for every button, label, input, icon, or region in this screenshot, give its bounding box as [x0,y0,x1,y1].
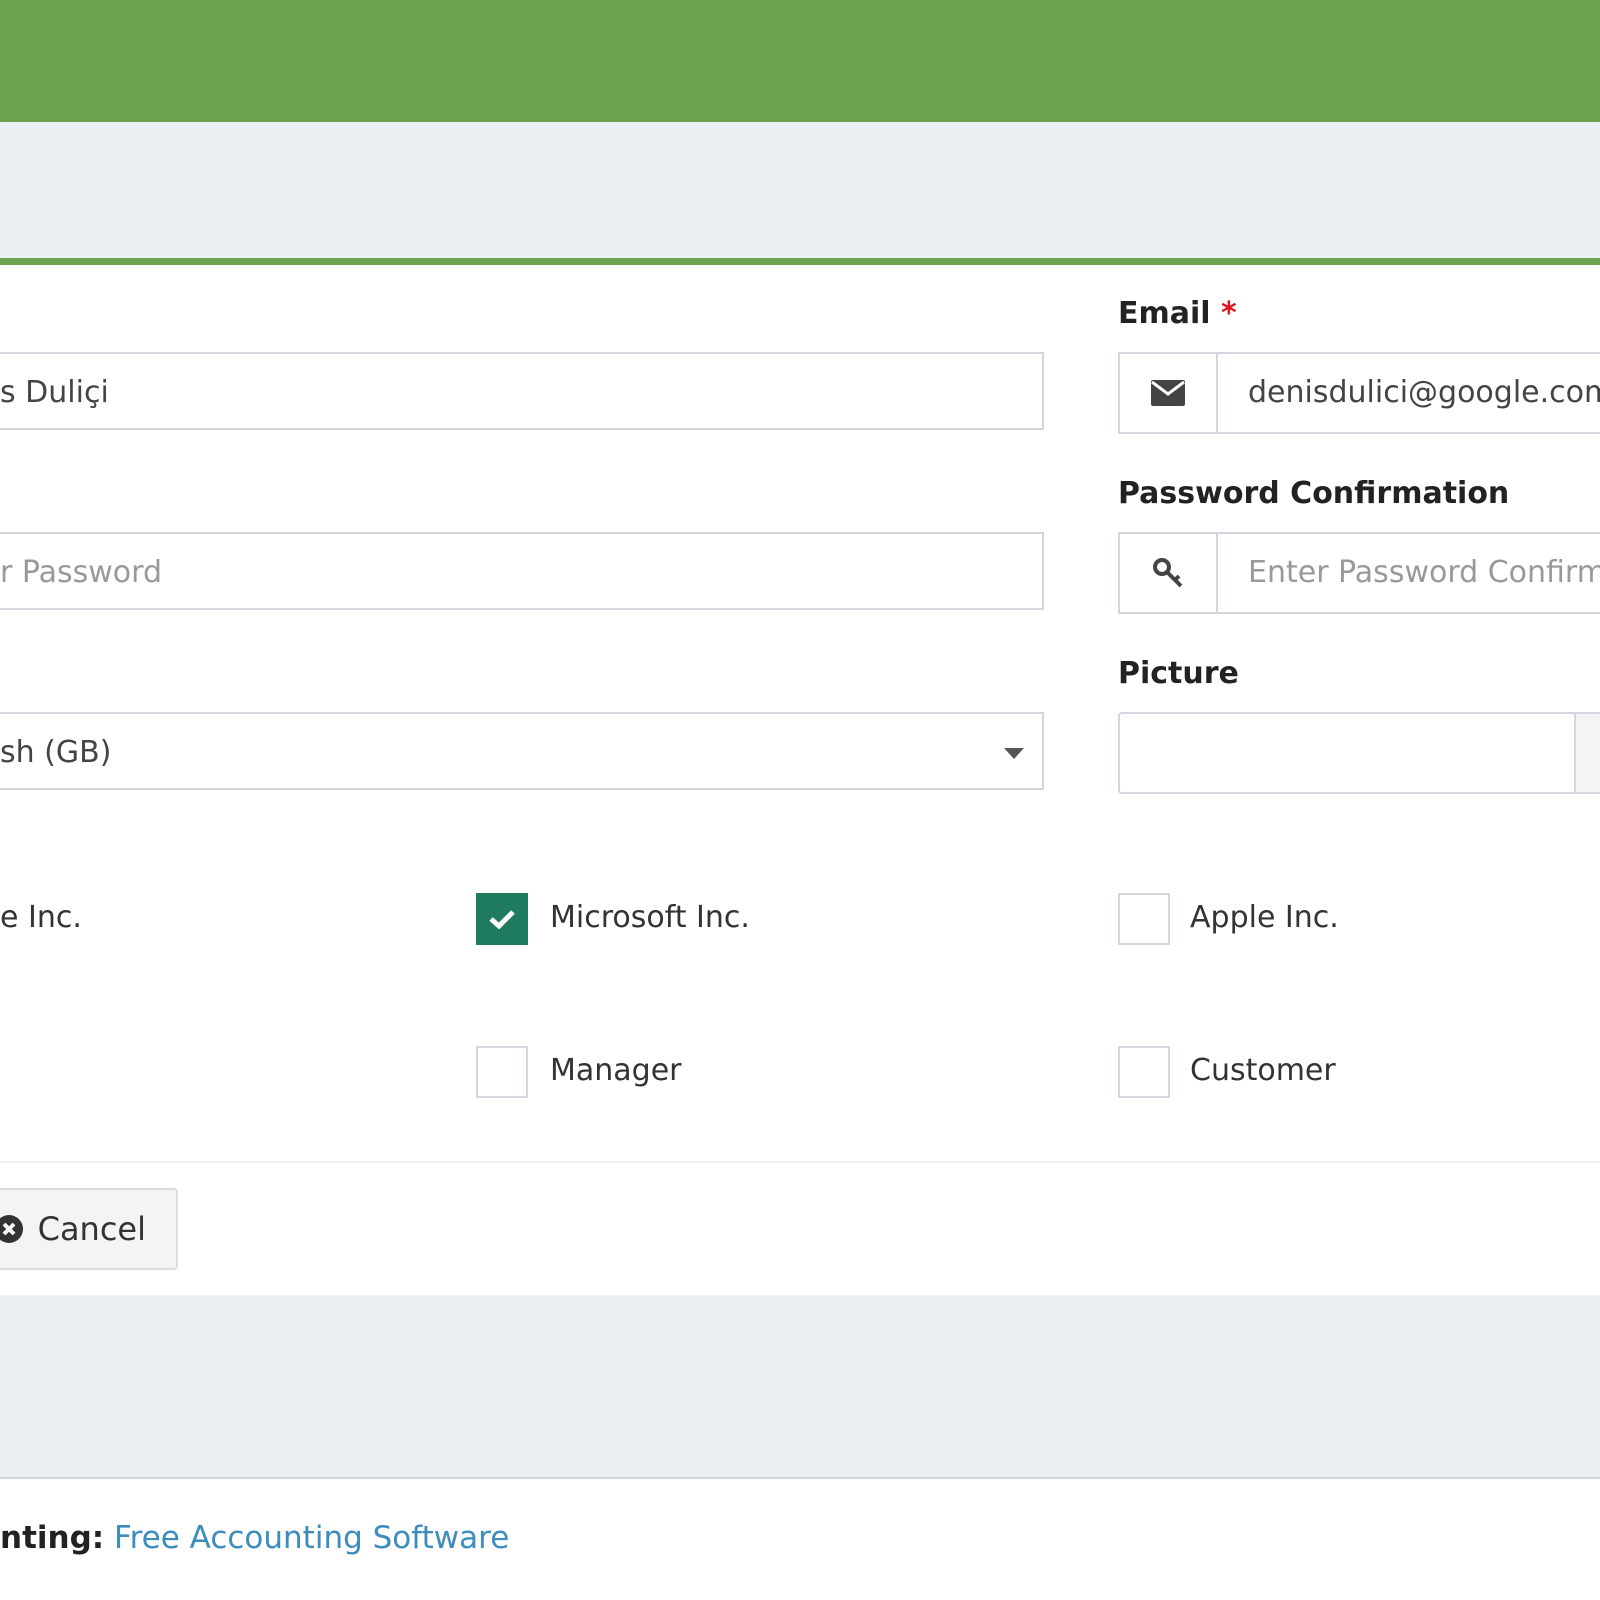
company-label-apple: Apple Inc. [1190,900,1339,935]
password-placeholder: r Password [0,555,162,590]
picture-browse-button[interactable] [1574,712,1600,794]
picture-label: Picture [1118,656,1239,691]
content-header [0,122,1600,258]
chevron-down-icon [1004,748,1024,759]
company-checkbox-apple[interactable] [1118,893,1170,945]
footer-prefix: nting: [0,1520,105,1556]
envelope-icon [1151,380,1185,406]
role-label-manager: Manager [550,1053,682,1088]
password-confirmation-label: Password Confirmation [1118,476,1510,511]
cancel-label: Cancel [37,1210,146,1248]
role-checkbox-customer[interactable] [1118,1046,1170,1098]
name-value: s Duliçi [0,375,109,410]
password-confirmation-placeholder: Enter Password Confirma [1248,555,1600,590]
content-wrapper-bottom [0,1295,1600,1477]
times-circle-icon [0,1215,23,1243]
email-value: denisdulici@google.com [1248,375,1600,410]
email-label: Email * [1118,296,1237,331]
checkmark-icon [489,910,515,930]
email-addon [1118,352,1218,434]
role-checkbox-manager[interactable] [476,1046,528,1098]
box-top-border [0,258,1600,265]
name-input[interactable]: s Duliçi [0,352,1044,430]
company-checkbox-microsoft[interactable] [476,893,528,945]
cancel-button[interactable]: Cancel [0,1188,178,1270]
password-input[interactable]: r Password [0,532,1044,610]
role-label-customer: Customer [1190,1053,1336,1088]
language-selected-value: sh (GB) [0,735,112,770]
email-input[interactable]: denisdulici@google.com [1216,352,1600,434]
box-footer-divider [0,1161,1600,1163]
top-navbar [0,0,1600,122]
key-icon [1153,558,1183,588]
required-asterisk: * [1221,296,1237,331]
password-confirmation-addon [1118,532,1218,614]
footer-link[interactable]: Free Accounting Software [114,1520,509,1556]
language-select[interactable]: sh (GB) [0,712,1044,790]
company-label-microsoft: Microsoft Inc. [550,900,750,935]
password-confirmation-input[interactable]: Enter Password Confirma [1216,532,1600,614]
picture-file-input[interactable] [1118,712,1576,794]
footer-text: nting: Free Accounting Software [0,1520,509,1556]
company-label-0: e Inc. [0,900,82,935]
